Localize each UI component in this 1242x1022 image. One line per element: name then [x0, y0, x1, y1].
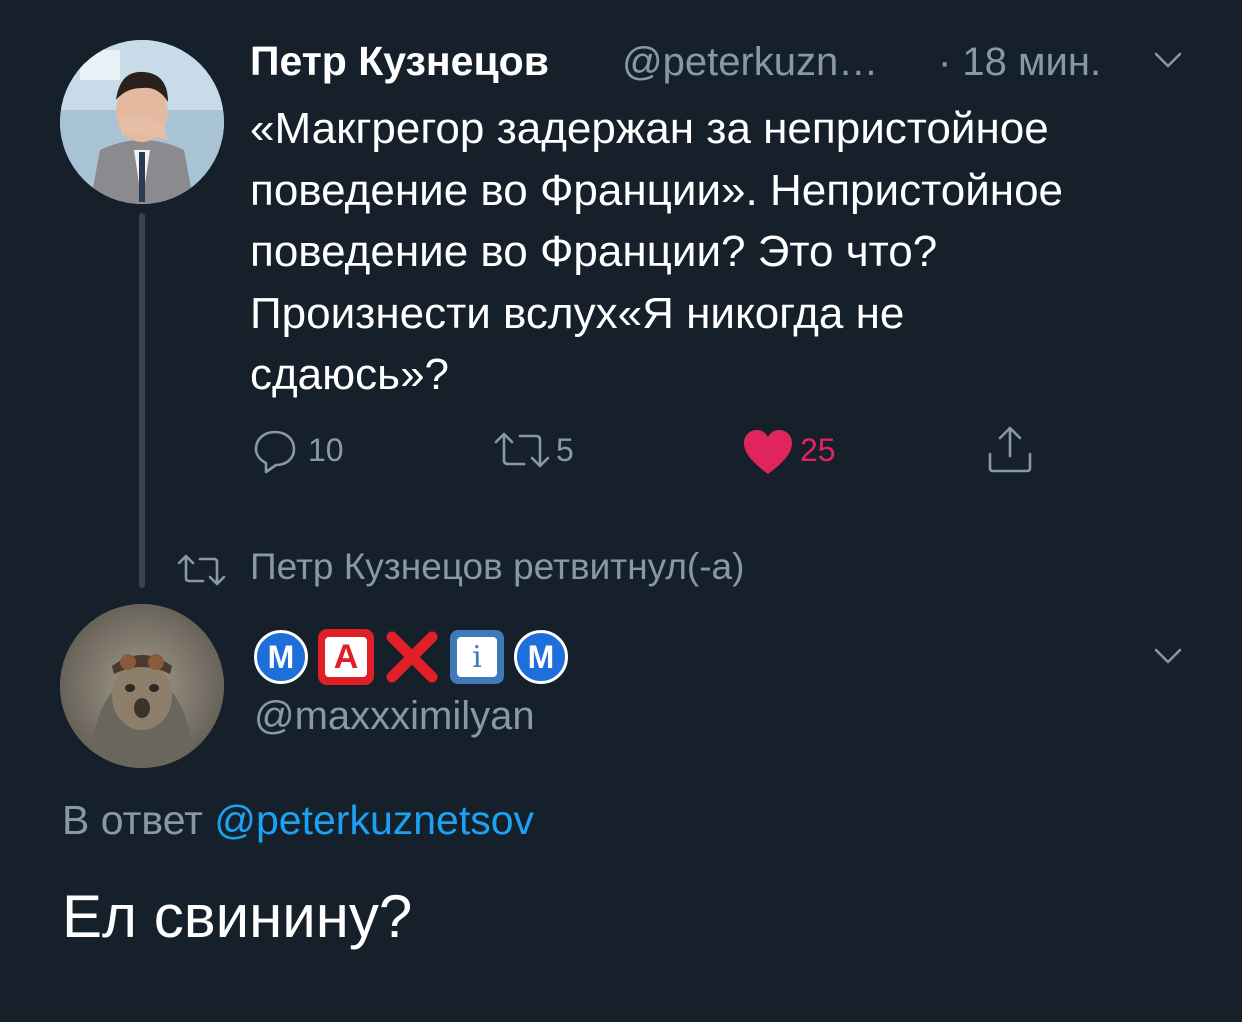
avatar-photo: [60, 40, 224, 204]
retweet-icon: [177, 554, 226, 586]
cross-mark-icon: [386, 631, 438, 683]
tweet-text-line: поведение во Франции». Непристойное: [250, 165, 1064, 215]
tweet-text-line: поведение во Франции? Это что?: [250, 227, 938, 276]
avatar[interactable]: [60, 40, 224, 204]
author-handle[interactable]: @peterkuzn…: [622, 40, 878, 85]
heart-icon[interactable]: [742, 428, 794, 476]
reply-count: 10: [308, 432, 344, 468]
retweet-icon[interactable]: [492, 430, 552, 470]
emoji-info-letter: i: [457, 637, 497, 677]
emoji-m-circle: M: [514, 630, 568, 684]
emoji-a-button: A: [318, 629, 374, 685]
author-name[interactable]: Петр Кузнецов: [250, 38, 549, 85]
emoji-info-square: i: [450, 630, 504, 684]
tweet-text-line: сдаюсь»?: [250, 350, 450, 399]
share-icon[interactable]: [986, 424, 1034, 474]
chevron-down-icon[interactable]: [1154, 648, 1182, 664]
reply-to-line: В ответ @peterkuznetsov: [62, 797, 534, 844]
emoji-a-letter: A: [325, 637, 367, 677]
reply-tweet-text: Ел свинину?: [62, 883, 413, 950]
tweet-text-line: «Макгрегор задержан за непристойное: [250, 104, 1049, 153]
author-handle[interactable]: @maxxximilyan: [254, 694, 535, 739]
reply-icon[interactable]: [252, 428, 298, 474]
thread-line: [139, 213, 145, 588]
tweet-text: «Макгрегор задержан за непристойное пове…: [250, 98, 1210, 406]
tweet-text-line: Произнести вслух«Я никогда не: [250, 288, 905, 338]
retweet-count: 5: [556, 432, 574, 468]
emoji-m-circle: M: [254, 630, 308, 684]
chevron-down-icon[interactable]: [1154, 52, 1182, 68]
reply-to-prefix: В ответ: [62, 797, 203, 843]
tweet-time[interactable]: · 18 мин.: [938, 40, 1101, 85]
avatar-photo: [60, 604, 224, 768]
retweeted-by-label[interactable]: Петр Кузнецов ретвитнул(-а): [250, 546, 744, 588]
reply-to-handle-link[interactable]: @peterkuznetsov: [214, 797, 534, 843]
avatar[interactable]: [60, 604, 224, 768]
like-count: 25: [800, 432, 836, 468]
display-name[interactable]: M A i M: [254, 626, 568, 688]
